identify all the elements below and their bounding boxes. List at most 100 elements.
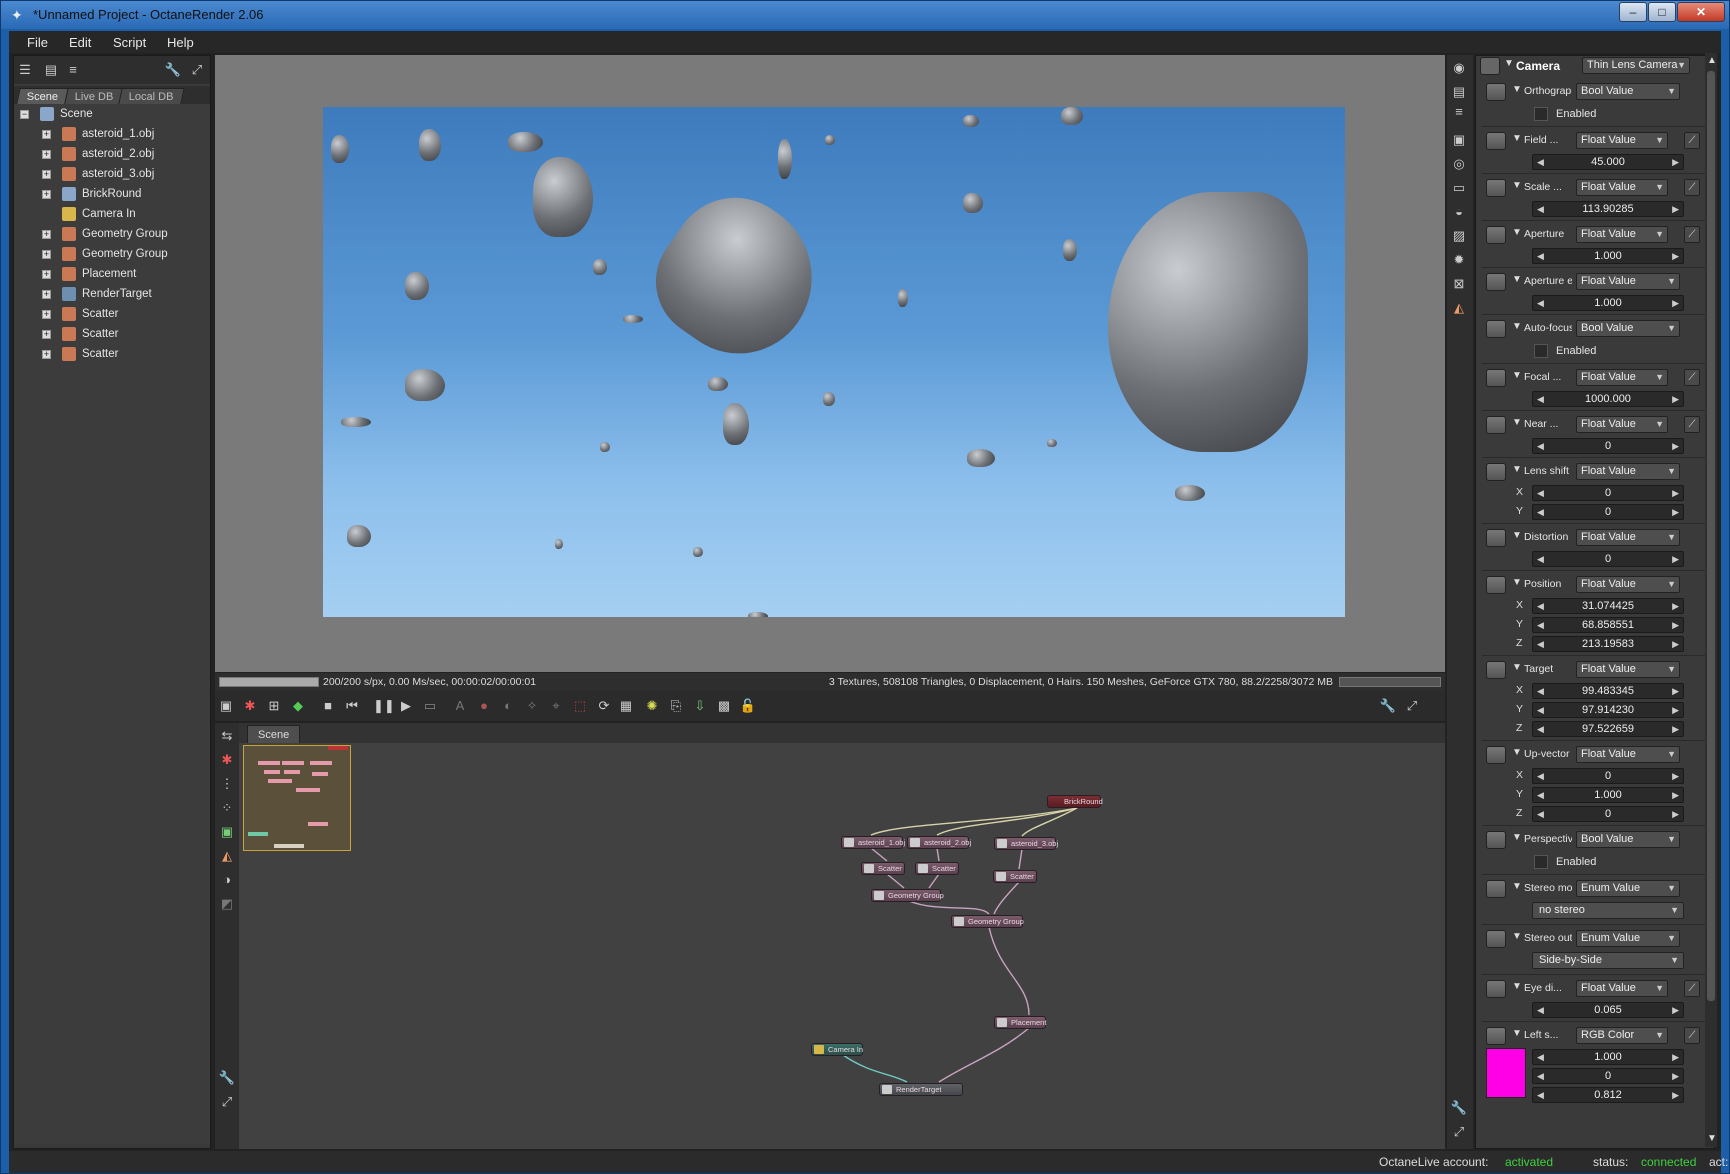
target-x-slider[interactable]: ◀ 99.483345 ▶ <box>1532 683 1684 699</box>
arrow-right-icon[interactable]: ▶ <box>1672 1088 1679 1102</box>
focal-curve-icon[interactable]: ⟋ <box>1684 369 1700 386</box>
graph-canvas[interactable]: BrickRound asteroid_1.obj asteroid_2.obj… <box>239 743 1445 1149</box>
wb-icon[interactable]: ● <box>475 697 493 715</box>
camera-node-icon[interactable] <box>1480 57 1500 75</box>
autofocus-type-icon[interactable] <box>1486 320 1506 338</box>
arrow-right-icon[interactable]: ▶ <box>1672 392 1679 406</box>
tab-live-db[interactable]: Live DB <box>64 88 125 104</box>
orthographic-checkbox[interactable] <box>1534 107 1548 121</box>
stereo_output-type-icon[interactable] <box>1486 930 1506 948</box>
expand-icon[interactable]: + <box>42 250 51 259</box>
graph-node-placement[interactable]: Placement <box>994 1016 1046 1029</box>
upvector-z-slider[interactable]: ◀ 0 ▶ <box>1532 806 1684 822</box>
camera-node-icon[interactable]: ✱ <box>218 751 236 769</box>
tree-item[interactable]: + BrickRound <box>14 186 210 204</box>
field-type-select[interactable]: Float Value ▼ <box>1576 132 1668 149</box>
left-r-slider[interactable]: ◀ 1.000 ▶ <box>1532 1049 1684 1065</box>
aperture_edge-type-icon[interactable] <box>1486 273 1506 291</box>
tree-item[interactable]: + asteroid_2.obj <box>14 146 210 164</box>
render-viewport[interactable] <box>215 55 1445 672</box>
scrollbar-thumb[interactable] <box>1707 71 1715 1001</box>
left-b-slider[interactable]: ◀ 0.812 ▶ <box>1532 1087 1684 1103</box>
arrow-right-icon[interactable]: ▶ <box>1672 202 1679 216</box>
restart-icon[interactable]: ⏮ <box>343 697 361 715</box>
upvector-type-icon[interactable] <box>1486 746 1506 764</box>
left-type-select[interactable]: RGB Color ▼ <box>1576 1027 1668 1044</box>
graph-node-scatter[interactable]: Scatter <box>993 870 1037 883</box>
stereo_mode-type-icon[interactable] <box>1486 880 1506 898</box>
lock-icon[interactable]: 🔓 <box>739 697 757 715</box>
fullscreen-icon[interactable]: ⤢ <box>1403 697 1421 715</box>
orthographic-type-icon[interactable] <box>1486 83 1506 101</box>
expand-icon[interactable]: + <box>42 130 51 139</box>
expand-icon[interactable]: + <box>42 150 51 159</box>
material-node-icon[interactable]: ◑ <box>218 871 236 889</box>
focal-type-icon[interactable] <box>1486 369 1506 387</box>
expand-icon[interactable]: + <box>42 190 51 199</box>
arrow-left-icon[interactable]: ◀ <box>1537 788 1544 802</box>
stop-icon[interactable]: ■ <box>319 697 337 715</box>
menu-edit[interactable]: Edit <box>69 35 91 50</box>
arrow-left-icon[interactable]: ◀ <box>1537 769 1544 783</box>
autofocus-type-select[interactable]: Bool Value ▼ <box>1576 320 1680 337</box>
perspective-type-icon[interactable] <box>1486 831 1506 849</box>
copy-icon[interactable]: ⎘ <box>667 697 685 715</box>
tab-graph-scene[interactable]: Scene <box>247 725 301 743</box>
graph-node-asteroid-2[interactable]: asteroid_2.obj <box>907 836 971 849</box>
wrench-icon[interactable]: 🔧 <box>1450 1099 1468 1117</box>
arrow-right-icon[interactable]: ▶ <box>1672 599 1679 613</box>
position-type-icon[interactable] <box>1486 576 1506 594</box>
tab-scene[interactable]: Scene <box>16 88 69 104</box>
arrow-right-icon[interactable]: ▶ <box>1672 684 1679 698</box>
arrow-left-icon[interactable]: ◀ <box>1537 703 1544 717</box>
collapse-triangle-icon[interactable]: ▼ <box>1512 662 1522 673</box>
layers-icon[interactable]: ▤ <box>1450 83 1468 101</box>
target-z-slider[interactable]: ◀ 97.522659 ▶ <box>1532 721 1684 737</box>
eye-type-icon[interactable] <box>1486 980 1506 998</box>
geometry-node-icon[interactable]: ◭ <box>218 847 236 865</box>
wrench-icon[interactable]: 🔧 <box>1379 697 1397 715</box>
arrow-left-icon[interactable]: ◀ <box>1537 1003 1544 1017</box>
upvector-x-slider[interactable]: ◀ 0 ▶ <box>1532 768 1684 784</box>
af-icon[interactable]: A <box>451 697 469 715</box>
collapse-triangle-icon[interactable]: ▼ <box>1512 1028 1522 1039</box>
arrow-left-icon[interactable]: ◀ <box>1537 486 1544 500</box>
arrow-right-icon[interactable]: ▶ <box>1672 807 1679 821</box>
fullscreen-icon[interactable]: ⤢ <box>1450 1123 1468 1141</box>
tree-item[interactable]: + Geometry Group <box>14 226 210 244</box>
scale-type-icon[interactable] <box>1486 179 1506 197</box>
tree-item[interactable]: + Scatter <box>14 306 210 324</box>
node-list-icon[interactable]: ▤ <box>42 61 60 79</box>
lock-view-icon[interactable]: ⟳ <box>595 697 613 715</box>
target-y-slider[interactable]: ◀ 97.914230 ▶ <box>1532 702 1684 718</box>
target-type-select[interactable]: Float Value ▼ <box>1576 661 1680 678</box>
scroll-up-icon[interactable]: ▲ <box>1707 55 1717 66</box>
arrange-icon[interactable]: ⋮ <box>218 775 236 793</box>
arrow-left-icon[interactable]: ◀ <box>1537 296 1544 310</box>
collapse-triangle-icon[interactable]: ▼ <box>1512 321 1522 332</box>
collapse-triangle-icon[interactable]: ▼ <box>1512 464 1522 475</box>
arrow-right-icon[interactable]: ▶ <box>1672 703 1679 717</box>
tree-item[interactable]: + asteroid_3.obj <box>14 166 210 184</box>
arrow-left-icon[interactable]: ◀ <box>1537 618 1544 632</box>
tree-item[interactable]: + Placement <box>14 266 210 284</box>
perspective-checkbox[interactable] <box>1534 855 1548 869</box>
stereo_output-enum-select[interactable]: Side-by-Side ▼ <box>1532 952 1684 969</box>
upvector-y-slider[interactable]: ◀ 1.000 ▶ <box>1532 787 1684 803</box>
focal-type-select[interactable]: Float Value ▼ <box>1576 369 1668 386</box>
arrow-right-icon[interactable]: ▶ <box>1672 722 1679 736</box>
render-image[interactable] <box>323 107 1345 617</box>
arrow-right-icon[interactable]: ▶ <box>1672 486 1679 500</box>
wrench-icon[interactable]: 🔧 <box>218 1069 236 1087</box>
inspector-scrollbar[interactable]: ▲ ▼ <box>1705 53 1717 1147</box>
export-icon[interactable]: ⇩ <box>691 697 709 715</box>
fullscreen-icon[interactable]: ⤢ <box>218 1093 236 1111</box>
scale-type-select[interactable]: Float Value ▼ <box>1576 179 1668 196</box>
perspective-type-select[interactable]: Bool Value ▼ <box>1576 831 1680 848</box>
minimize-button[interactable]: – <box>1619 2 1647 22</box>
expand-icon[interactable]: + <box>42 350 51 359</box>
expand-icon[interactable]: + <box>42 230 51 239</box>
arrow-right-icon[interactable]: ▶ <box>1672 1003 1679 1017</box>
scroll-down-icon[interactable]: ▼ <box>1707 1133 1717 1144</box>
arrow-right-icon[interactable]: ▶ <box>1672 296 1679 310</box>
